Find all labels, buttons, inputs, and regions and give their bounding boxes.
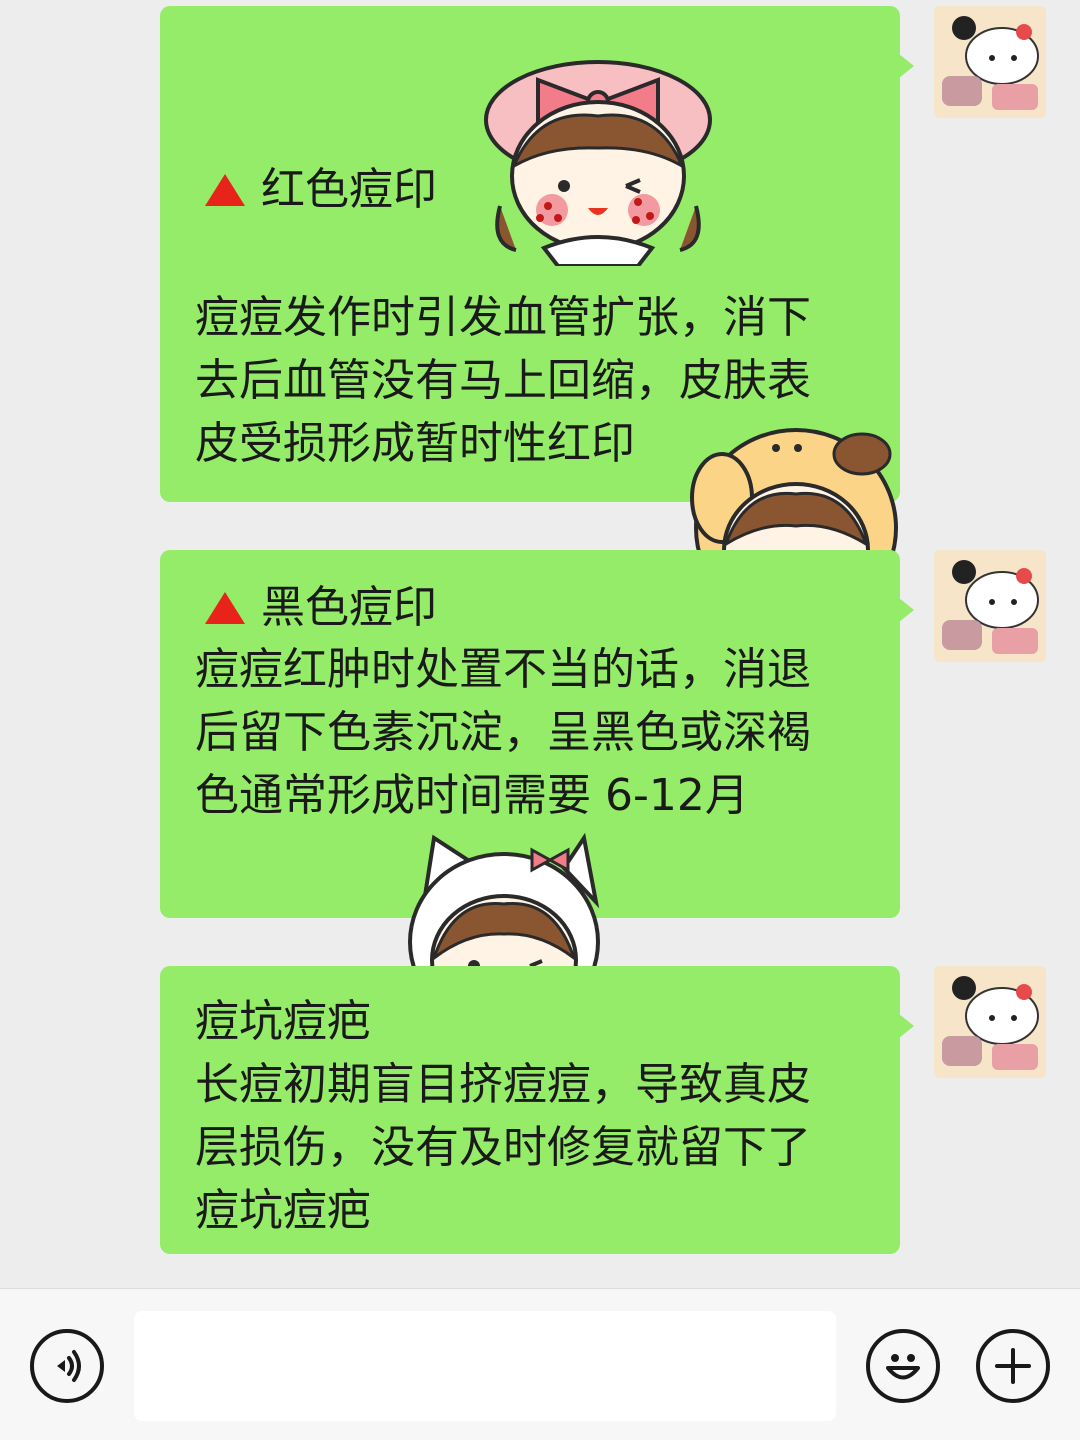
heading-text: 红色痘印 bbox=[261, 164, 437, 215]
message-text: 痘痘红肿时处置不当的话，消退 后留下色素沉淀，呈黑色或深褐 色通常形成时间需要 … bbox=[195, 644, 811, 821]
chat-area: 红色痘印 痘痘发作时引发血管扩张，消下 去后血管没有马上回缩，皮肤表 皮受损形成… bbox=[0, 0, 1080, 1288]
avatar[interactable] bbox=[934, 966, 1046, 1078]
plus-icon bbox=[995, 1348, 1031, 1384]
heading-text: 黑色痘印 bbox=[261, 582, 437, 633]
message-bubble[interactable]: 痘坑痘疤 长痘初期盲目挤痘痘，导致真皮 层损伤，没有及时修复就留下了 痘坑痘疤 bbox=[160, 966, 914, 1254]
message-heading: 红色痘印 bbox=[205, 164, 437, 217]
red-triangle-icon bbox=[205, 592, 245, 625]
red-triangle-icon bbox=[205, 174, 245, 207]
message-text: 长痘初期盲目挤痘痘，导致真皮 层损伤，没有及时修复就留下了 痘坑痘疤 bbox=[195, 1059, 811, 1236]
avatar-image bbox=[934, 6, 1046, 118]
avatar-image bbox=[934, 550, 1046, 662]
girl-pink-hat-sticker bbox=[484, 60, 712, 266]
voice-icon bbox=[57, 1350, 81, 1382]
avatar-image bbox=[934, 966, 1046, 1078]
message-input[interactable] bbox=[134, 1311, 836, 1421]
avatar[interactable] bbox=[934, 550, 1046, 662]
avatar[interactable] bbox=[934, 6, 1046, 118]
message-heading: 黑色痘印 bbox=[205, 582, 437, 635]
input-bar bbox=[0, 1288, 1080, 1440]
emoji-icon bbox=[886, 1354, 920, 1380]
voice-button[interactable] bbox=[30, 1329, 104, 1403]
message-heading: 痘坑痘疤 bbox=[195, 996, 371, 1049]
heading-text: 痘坑痘疤 bbox=[195, 996, 371, 1047]
emoji-button[interactable] bbox=[866, 1329, 940, 1403]
plus-button[interactable] bbox=[976, 1329, 1050, 1403]
